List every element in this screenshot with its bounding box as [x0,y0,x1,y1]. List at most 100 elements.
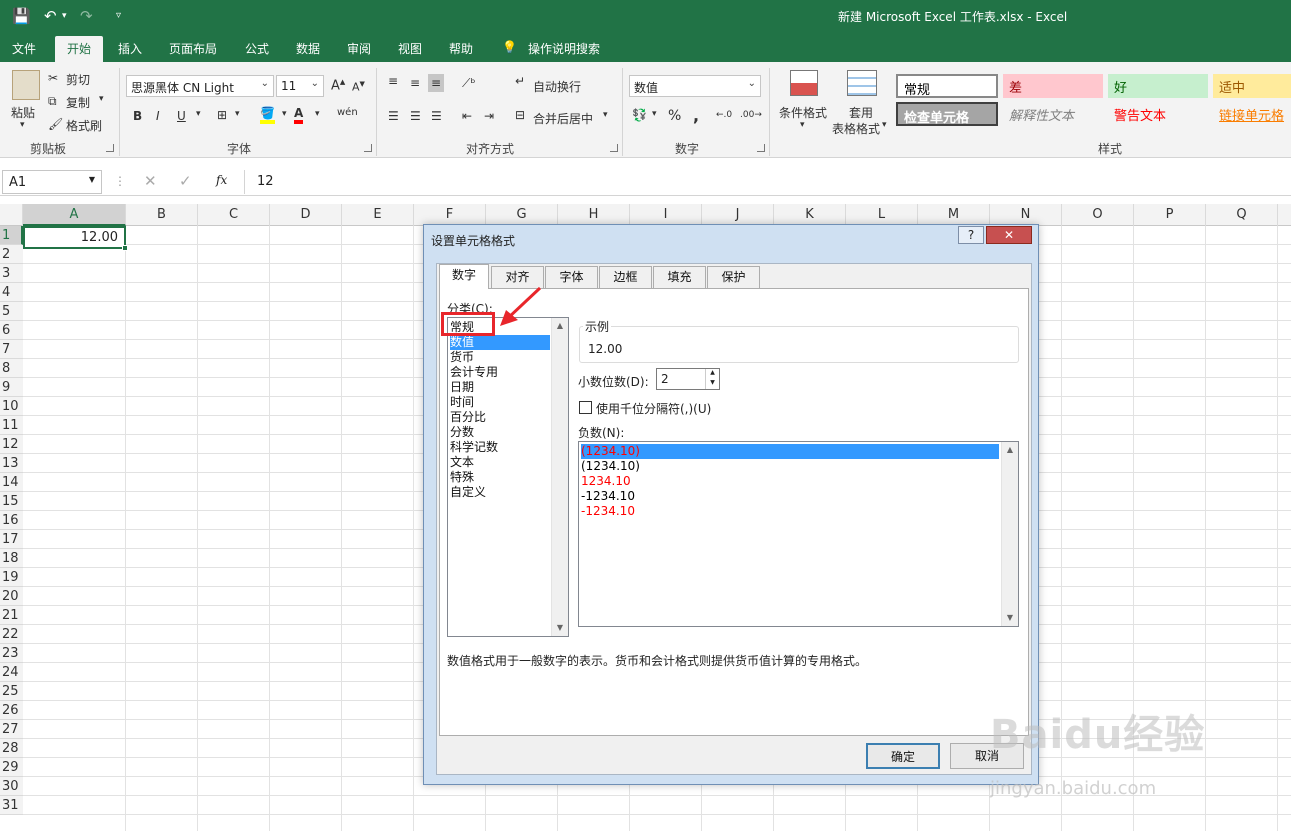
format-as-table-line1[interactable]: 套用 [849,104,873,121]
format-as-table-dropdown-icon[interactable]: ▾ [882,120,887,130]
name-box[interactable]: A1 ▼ [2,170,102,194]
underline-dropdown-icon[interactable]: ▾ [196,109,201,119]
tab-view[interactable]: 视图 [398,40,422,57]
row-header-25[interactable]: 25 [0,682,23,701]
row-header-7[interactable]: 7 [0,340,23,359]
column-header-k[interactable]: K [774,204,846,226]
conditional-format-icon[interactable] [790,70,818,96]
column-header-d[interactable]: D [270,204,342,226]
cut-button[interactable]: 剪切 [66,71,90,88]
spin-up-icon[interactable]: ▲ [705,369,719,379]
clipboard-launcher-icon[interactable] [106,144,114,152]
customize-quick-access-icon[interactable]: ▿ [116,10,121,21]
column-header-j[interactable]: J [702,204,774,226]
tab-insert[interactable]: 插入 [118,40,142,57]
row-header-4[interactable]: 4 [0,283,23,302]
conditional-format-dropdown-icon[interactable]: ▾ [800,120,805,130]
negative-numbers-scrollbar[interactable]: ▲ ▼ [1001,442,1018,626]
tab-review[interactable]: 审阅 [347,40,371,57]
ok-button[interactable]: 确定 [866,743,940,769]
conditional-format-button[interactable]: 条件格式 [779,104,827,121]
category-item[interactable]: 科学记数 [450,440,550,455]
category-item[interactable]: 自定义 [450,485,550,500]
row-header-16[interactable]: 16 [0,511,23,530]
borders-dropdown-icon[interactable]: ▾ [235,109,240,119]
tab-page-layout[interactable]: 页面布局 [169,40,217,57]
column-header-e[interactable]: E [342,204,414,226]
column-header-g[interactable]: G [486,204,558,226]
style-normal[interactable]: 常规 [896,74,998,98]
category-item[interactable]: 分数 [450,425,550,440]
format-painter-button[interactable]: 格式刷 [66,117,102,134]
tab-protection[interactable]: 保护 [707,266,760,288]
style-explanatory[interactable]: 解释性文本 [1003,102,1103,126]
copy-button[interactable]: 复制 [66,94,90,111]
paste-dropdown-icon[interactable]: ▾ [20,120,25,130]
style-check-cell[interactable]: 检查单元格 [896,102,998,126]
row-header-23[interactable]: 23 [0,644,23,663]
column-header-m[interactable]: M [918,204,990,226]
row-header-5[interactable]: 5 [0,302,23,321]
row-header-22[interactable]: 22 [0,625,23,644]
style-warning[interactable]: 警告文本 [1108,102,1208,126]
increase-font-icon[interactable]: A▲ [331,78,345,93]
underline-button[interactable]: U [177,109,186,123]
category-item[interactable]: 数值 [450,335,550,350]
fill-color-dropdown-icon[interactable]: ▾ [282,109,287,119]
column-header-q[interactable]: Q [1206,204,1278,226]
row-header-18[interactable]: 18 [0,549,23,568]
style-linked-cell[interactable]: 链接单元格 [1213,102,1291,126]
comma-button[interactable]: , [693,106,699,125]
category-item[interactable]: 货币 [450,350,550,365]
row-header-8[interactable]: 8 [0,359,23,378]
row-header-17[interactable]: 17 [0,530,23,549]
wrap-text-button[interactable]: 自动换行 [533,78,581,95]
negative-format-item[interactable]: (1234.10) [581,444,999,459]
save-icon[interactable]: 💾 [12,7,31,25]
negative-format-item[interactable]: -1234.10 [581,489,999,504]
spin-down-icon[interactable]: ▼ [705,379,719,389]
category-item[interactable]: 百分比 [450,410,550,425]
font-color-dropdown-icon[interactable]: ▾ [315,109,320,119]
row-header-13[interactable]: 13 [0,454,23,473]
number-launcher-icon[interactable] [757,144,765,152]
tab-formulas[interactable]: 公式 [245,40,269,57]
thousands-separator-checkbox[interactable] [579,401,592,414]
align-top-icon[interactable]: ≡ [388,74,398,88]
decrease-indent-icon[interactable]: ⇤ [462,109,472,123]
row-header-6[interactable]: 6 [0,321,23,340]
column-header-n[interactable]: N [990,204,1062,226]
increase-decimal-icon[interactable]: ←.0 [716,110,732,120]
orientation-icon[interactable]: ⟋ᵇ [462,76,476,91]
tell-me-search[interactable]: 操作说明搜索 [528,40,600,57]
tab-border[interactable]: 边框 [599,266,652,288]
alignment-launcher-icon[interactable] [610,144,618,152]
style-bad[interactable]: 差 [1003,74,1103,98]
tab-data[interactable]: 数据 [296,40,320,57]
format-painter-icon[interactable]: 🖌 [48,117,63,131]
insert-function-icon[interactable]: fx [216,173,227,187]
increase-indent-icon[interactable]: ⇥ [484,109,494,123]
row-header-11[interactable]: 11 [0,416,23,435]
align-middle-icon[interactable]: ≡ [410,76,420,90]
tab-number[interactable]: 数字 [439,264,489,289]
paste-button[interactable]: 粘贴 [11,104,35,121]
fill-handle[interactable] [122,245,128,251]
undo-dropdown-icon[interactable]: ▾ [62,11,67,21]
row-header-26[interactable]: 26 [0,701,23,720]
borders-icon[interactable]: ⊞ [217,108,227,122]
formula-input[interactable]: 12 [244,170,1289,194]
row-header-24[interactable]: 24 [0,663,23,682]
row-header-19[interactable]: 19 [0,568,23,587]
row-header-27[interactable]: 27 [0,720,23,739]
column-header-l[interactable]: L [846,204,918,226]
category-item[interactable]: 日期 [450,380,550,395]
row-header-30[interactable]: 30 [0,777,23,796]
row-header-20[interactable]: 20 [0,587,23,606]
merge-center-icon[interactable]: ⊟ [515,108,525,122]
tab-file[interactable]: 文件 [12,40,36,57]
row-header-21[interactable]: 21 [0,606,23,625]
row-header-9[interactable]: 9 [0,378,23,397]
category-item[interactable]: 特殊 [450,470,550,485]
align-center-icon[interactable]: ☰ [410,109,421,123]
